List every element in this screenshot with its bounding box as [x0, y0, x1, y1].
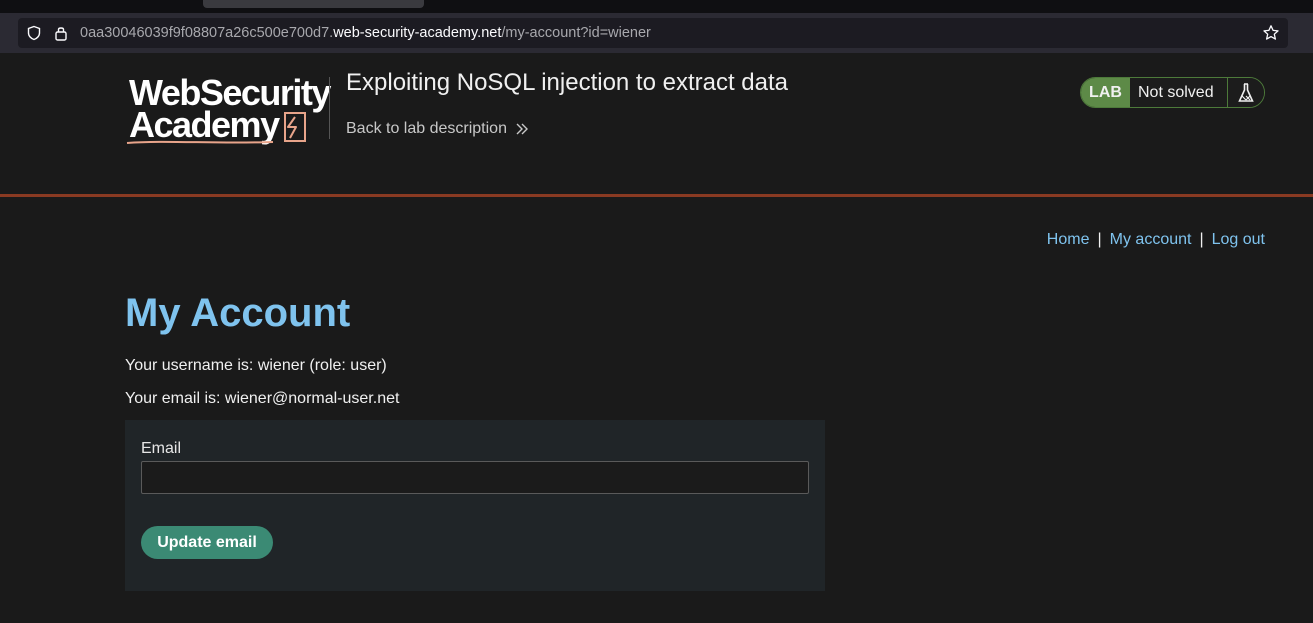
- nav-log-out-link[interactable]: Log out: [1212, 231, 1265, 248]
- url-prefix: 0aa30046039f9f08807a26c500e700d7.: [80, 25, 334, 41]
- nav-separator: |: [1097, 231, 1102, 248]
- browser-tab-strip: [0, 0, 1313, 13]
- email-info: Your email is: wiener@normal-user.net: [125, 390, 400, 407]
- nav-home-link[interactable]: Home: [1047, 231, 1090, 248]
- address-bar[interactable]: 0aa30046039f9f08807a26c500e700d7.web-sec…: [18, 18, 1288, 48]
- browser-navbar: 0aa30046039f9f08807a26c500e700d7.web-sec…: [0, 13, 1313, 53]
- update-email-button[interactable]: Update email: [141, 526, 273, 559]
- url-path: /my-account?id=wiener: [501, 25, 651, 41]
- lab-title: Exploiting NoSQL injection to extract da…: [346, 69, 789, 96]
- nav-my-account-link[interactable]: My account: [1110, 231, 1192, 248]
- page-title: My Account: [125, 291, 351, 335]
- flask-icon: [1238, 82, 1254, 102]
- page: WebSecurity Academy Exploiting NoSQL inj…: [0, 53, 1313, 623]
- url-text[interactable]: 0aa30046039f9f08807a26c500e700d7.web-sec…: [80, 24, 651, 42]
- lock-icon[interactable]: [54, 25, 68, 41]
- header-divider: [329, 77, 330, 139]
- lab-header: WebSecurity Academy Exploiting NoSQL inj…: [0, 53, 1313, 197]
- flask-icon-container[interactable]: [1228, 78, 1264, 107]
- update-email-form: Email Update email: [125, 420, 825, 591]
- top-nav: Home | My account | Log out: [1047, 230, 1265, 250]
- lab-tag: LAB: [1081, 78, 1130, 107]
- bookmark-star-icon[interactable]: [1262, 24, 1280, 42]
- back-link-label: Back to lab description: [346, 120, 507, 137]
- double-chevron-right-icon: [516, 123, 528, 135]
- url-host: web-security-academy.net: [333, 25, 502, 41]
- nav-separator: |: [1199, 231, 1204, 248]
- browser-active-tab[interactable]: [203, 0, 424, 8]
- email-label: Email: [141, 440, 182, 457]
- email-field[interactable]: [141, 461, 809, 494]
- lightning-mark-icon: [284, 112, 306, 142]
- web-security-academy-logo[interactable]: WebSecurity Academy: [125, 73, 331, 149]
- lab-status-label: Not solved: [1130, 78, 1228, 107]
- logo-underline-icon: [126, 140, 274, 144]
- back-to-lab-description-link[interactable]: Back to lab description: [346, 119, 529, 139]
- shield-icon[interactable]: [26, 25, 42, 41]
- lab-status-widget: LAB Not solved: [1080, 77, 1265, 108]
- username-info: Your username is: wiener (role: user): [125, 357, 387, 374]
